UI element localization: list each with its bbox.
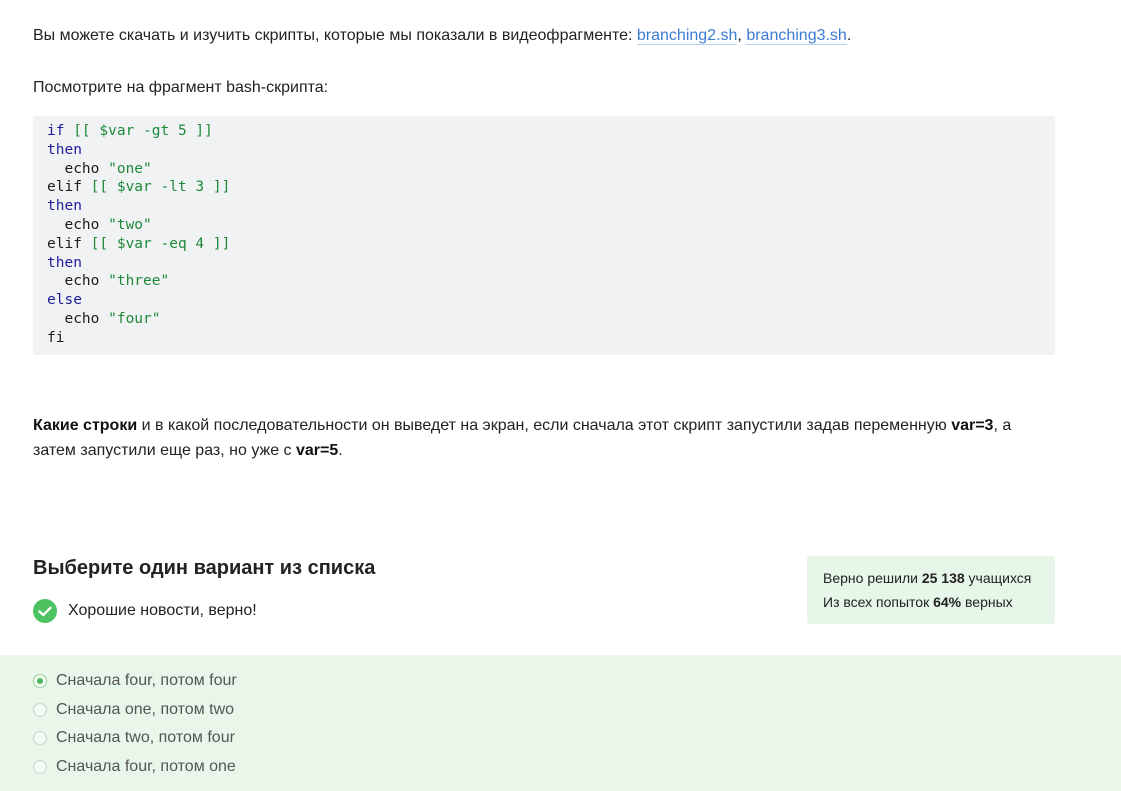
code-keyword: then [47, 254, 82, 271]
success-message: Хорошие новости, верно! [33, 599, 257, 623]
code-string: "two" [108, 216, 152, 233]
code-keyword: elif [47, 235, 82, 252]
code-line: if [[ $var -gt 5 ]] [47, 122, 1041, 141]
option-label: Сначала two, потом four [56, 729, 235, 746]
code-line: echo "two" [47, 216, 1041, 235]
intro-text: Вы можете скачать и изучить скрипты, кот… [33, 23, 851, 48]
code-string: "one" [108, 160, 152, 177]
code-line: echo "three" [47, 272, 1041, 291]
code-keyword: fi [47, 329, 65, 346]
code-string: "four" [108, 310, 161, 327]
code-line: echo "four" [47, 310, 1041, 329]
stats-percent: 64% [933, 594, 962, 610]
stats-label: Из всех попыток [823, 594, 934, 610]
option-2[interactable]: Сначала one, потом two [33, 701, 234, 719]
code-line: then [47, 141, 1041, 160]
quiz-heading: Выберите один вариант из списка [33, 557, 376, 579]
radio-button[interactable] [33, 731, 47, 745]
code-command: echo [47, 216, 109, 233]
code-command: echo [47, 273, 109, 290]
code-keyword: else [47, 292, 82, 309]
option-label: Сначала one, потом two [56, 701, 235, 718]
code-line: elif [[ $var -eq 4 ]] [47, 235, 1041, 254]
stats-label: Верно решили [823, 570, 922, 586]
code-condition: [[ $var -gt 5 ]] [64, 123, 213, 139]
intro-end: . [846, 27, 852, 44]
code-string: "three" [108, 273, 170, 290]
link-branching3[interactable]: branching3.sh [746, 27, 847, 45]
check-circle-icon [33, 599, 57, 623]
option-label: Сначала four, потом four [56, 672, 237, 689]
radio-button[interactable] [33, 703, 47, 717]
intro-separator: , [737, 27, 747, 44]
question-part: . [338, 442, 343, 459]
stats-attempts: Из всех попыток 64% верных [823, 590, 1039, 614]
stats-label: верных [961, 594, 1013, 610]
lead-text: Посмотрите на фрагмент bash-скрипта: [33, 79, 329, 96]
code-line: fi [47, 329, 1041, 348]
stats-solved: Верно решили 25 138 учащихся [823, 566, 1039, 590]
question-text: Какие строки и в какой последовательност… [33, 413, 1043, 463]
code-line: then [47, 254, 1041, 273]
option-4[interactable]: Сначала four, потом one [33, 758, 236, 776]
code-keyword: if [47, 123, 65, 139]
question-bold: var=3 [951, 417, 994, 434]
radio-button[interactable] [33, 674, 47, 688]
code-keyword: elif [47, 179, 82, 196]
link-branching2[interactable]: branching2.sh [636, 27, 738, 45]
code-command: echo [47, 310, 109, 327]
stats-label: учащихся [964, 570, 1032, 586]
code-keyword: then [47, 198, 82, 215]
code-line: elif [[ $var -lt 3 ]] [47, 178, 1041, 197]
success-text: Хорошие новости, верно! [68, 602, 257, 619]
code-condition: [[ $var -lt 3 ]] [81, 179, 231, 196]
code-line: then [47, 197, 1041, 216]
code-command: echo [47, 160, 109, 177]
code-line: else [47, 291, 1041, 310]
option-label: Сначала four, потом one [56, 758, 236, 775]
options-list: Сначала four, потом four Сначала one, по… [0, 655, 1121, 791]
option-1[interactable]: Сначала four, потом four [33, 672, 237, 690]
question-part: и в какой последовательности он выведет … [137, 417, 952, 434]
stats-count: 25 138 [921, 570, 965, 586]
stats-panel: Верно решили 25 138 учащихся Из всех поп… [807, 556, 1055, 624]
question-bold: Какие строки [33, 417, 138, 434]
code-condition: [[ $var -eq 4 ]] [81, 235, 231, 252]
radio-button[interactable] [33, 760, 47, 774]
code-keyword: then [47, 141, 82, 158]
question-bold: var=5 [296, 442, 339, 459]
option-3[interactable]: Сначала two, потом four [33, 729, 235, 747]
code-block: if [[ $var -gt 5 ]] then echo "one" elif… [33, 116, 1055, 355]
intro-label: Вы можете скачать и изучить скрипты, кот… [33, 27, 637, 44]
code-line: echo "one" [47, 160, 1041, 179]
